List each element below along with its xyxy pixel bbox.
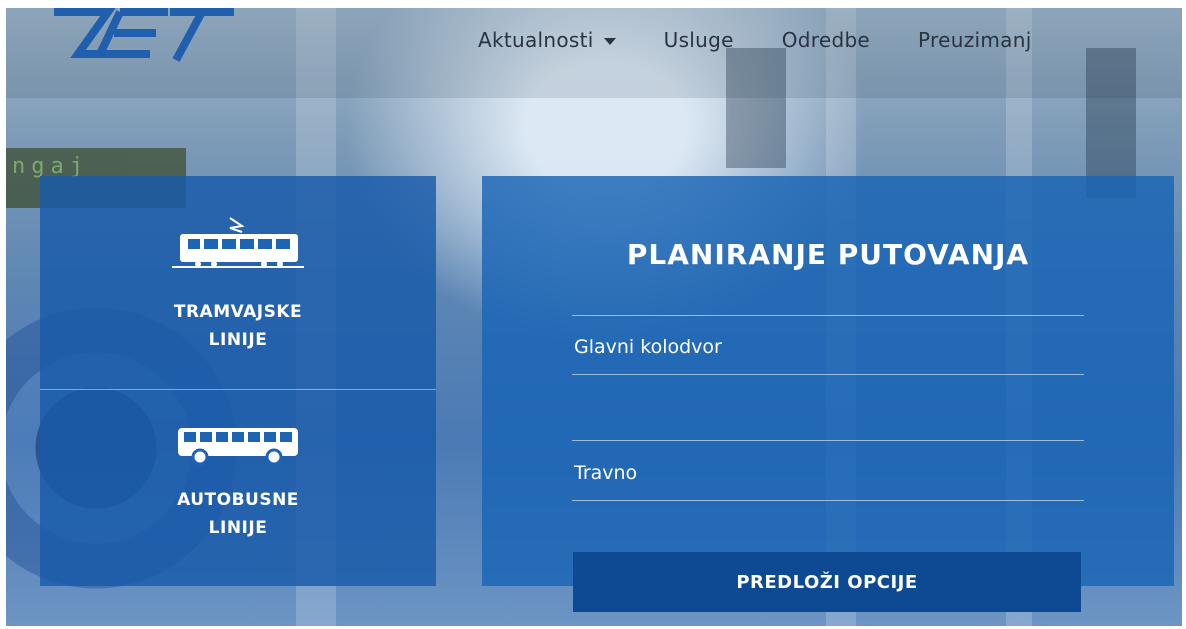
main-navigation: Aktualnosti Usluge Odredbe Preuzimanj [478,22,1182,58]
nav-item-aktualnosti[interactable]: Aktualnosti [478,22,616,58]
tram-lines-label-1: TRAMVAJSKE [173,302,303,322]
bus-lines-label-1: AUTOBUSNE [177,490,299,510]
lines-panel: TRAMVAJSKE LINIJE AUTOBUSNE LINIJE [40,176,436,586]
nav-item-odredbe[interactable]: Odredbe [782,22,870,58]
field-divider [572,315,1084,316]
nav-item-preuzimanja[interactable]: Preuzimanj [918,22,1032,58]
nav-item-usluge[interactable]: Usluge [664,22,734,58]
bus-lines-link[interactable]: AUTOBUSNE LINIJE [40,426,436,542]
via-input[interactable] [572,384,1084,441]
zet-logo[interactable] [38,6,238,66]
from-input[interactable]: Glavni kolodvor [572,318,1084,375]
to-input[interactable]: Travno [572,444,1084,501]
submit-options-button[interactable]: PREDLOŽI OPCIJE [573,552,1081,612]
caret-down-icon [603,37,616,45]
journey-planner-title: PLANIRANJE PUTOVANJA [626,238,1030,271]
from-input-value: Glavni kolodvor [574,336,722,358]
tram-lines-label-2: LINIJE [208,330,268,350]
journey-planner-panel: PLANIRANJE PUTOVANJA Glavni kolodvor Tra… [482,176,1174,586]
tram-lines-link[interactable]: TRAMVAJSKE LINIJE [40,216,436,354]
panel-divider [40,389,436,390]
bus-icon [178,428,298,466]
tram-icon [172,217,304,268]
to-input-value: Travno [574,462,638,484]
bus-lines-label-2: LINIJE [208,518,268,538]
nav-item-label: Aktualnosti [478,28,594,52]
